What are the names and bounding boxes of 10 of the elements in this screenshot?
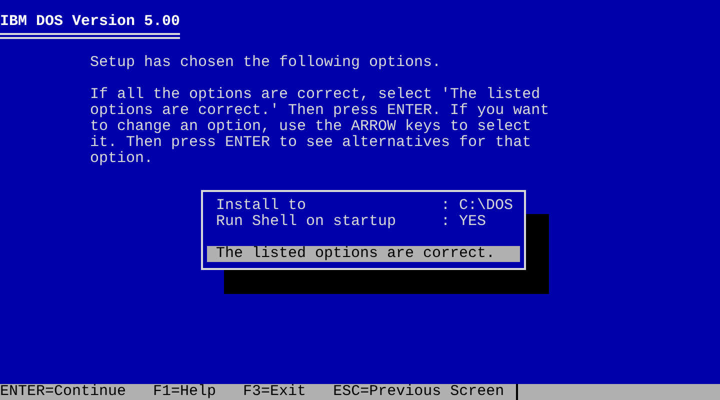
key-hint: ENTER=Continue: [0, 384, 126, 400]
instructions-text: If all the options are correct, select 'The listed options are correct.' Then press ENTER. If you want to change an option, use the ARROW keys to select it. Then press ENTER to see alternatives for that option.: [90, 87, 550, 167]
confirm-option[interactable]: The listed options are correct.: [207, 246, 520, 262]
option-item[interactable]: Run Shell on startup : YES: [207, 214, 520, 230]
key-hint: F1=Help: [153, 384, 216, 400]
intro-text: Setup has chosen the following options.: [90, 55, 442, 71]
key-hint: F3=Exit: [243, 384, 306, 400]
screen-title: IBM DOS Version 5.00: [0, 14, 180, 30]
option-item[interactable]: Install to : C:\DOS: [207, 198, 520, 214]
key-hint: ESC=Previous Screen: [333, 384, 504, 400]
